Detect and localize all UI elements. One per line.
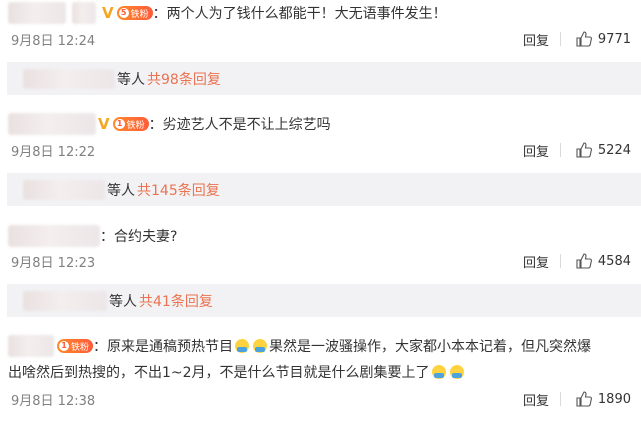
divider xyxy=(560,143,561,157)
like-button[interactable]: 1890 xyxy=(576,391,631,407)
subreply-bar[interactable]: 等人 共145条回复 xyxy=(7,173,641,206)
comment-2-meta: 9月8日 12:22 回复 5224 xyxy=(11,140,641,160)
reply-button[interactable]: 回复 xyxy=(523,30,549,49)
facepalm-emoji-icon xyxy=(449,365,464,379)
like-count: 5224 xyxy=(597,142,631,158)
facepalm-emoji-icon xyxy=(431,365,446,379)
like-count: 9771 xyxy=(597,31,631,47)
like-count: 4584 xyxy=(597,253,631,269)
verified-v-icon: V xyxy=(102,4,114,22)
reply-button[interactable]: 回复 xyxy=(523,252,549,271)
divider xyxy=(560,32,561,46)
subreply-count-link[interactable]: 共98条回复 xyxy=(147,69,221,89)
blurred-avatar-badge xyxy=(72,2,96,24)
comment-text: ：劣迹艺人不是不让上综艺吗 xyxy=(148,117,331,133)
subreply-who: 等人 xyxy=(107,182,135,199)
subreply-bar[interactable]: 等人 共41条回复 xyxy=(7,284,641,317)
comment-text: ：合约夫妻? xyxy=(100,229,178,245)
comment-text-part-1: ：原来是通稿预热节目 xyxy=(93,339,234,355)
thumbs-up-icon xyxy=(576,391,592,407)
like-button[interactable]: 4584 xyxy=(576,253,631,269)
like-count: 1890 xyxy=(597,391,631,407)
thumbs-up-icon xyxy=(576,31,592,47)
blurred-usernames xyxy=(23,290,107,311)
divider xyxy=(560,392,561,406)
fan-badge: 5 铁粉 xyxy=(116,6,153,20)
subreply-who: 等人 xyxy=(109,293,137,310)
comment-1-meta: 9月8日 12:24 回复 9771 xyxy=(11,29,641,49)
comment-4-meta: 9月8日 12:38 回复 1890 xyxy=(11,389,641,409)
like-button[interactable]: 5224 xyxy=(576,142,631,158)
divider xyxy=(560,254,561,268)
thumbs-up-icon xyxy=(576,142,592,158)
blurred-username[interactable] xyxy=(8,335,54,357)
subreply-count-link[interactable]: 共41条回复 xyxy=(139,291,213,311)
comment-text-part-3: 出啥然后到热搜的，不出1~2月，不是什么节目就是什么剧集要上了 xyxy=(8,365,430,381)
subreply-bar[interactable]: 等人 共98条回复 xyxy=(7,62,641,95)
verified-v-icon: V xyxy=(98,115,110,133)
reply-button[interactable]: 回复 xyxy=(523,141,549,160)
blurred-username[interactable] xyxy=(8,225,100,247)
comment-2-header: V 1 铁粉 ：劣迹艺人不是不让上综艺吗 xyxy=(8,111,331,137)
subreply-who: 等人 xyxy=(117,71,145,88)
facepalm-emoji-icon xyxy=(235,339,250,353)
thumbs-up-icon xyxy=(576,253,592,269)
comment-3-meta: 9月8日 12:23 回复 4584 xyxy=(11,251,641,271)
blurred-usernames xyxy=(23,68,115,89)
blurred-username[interactable] xyxy=(8,113,96,135)
comment-1-header: V 5 铁粉 ：两个人为了钱什么都能干！大无语事件发生！ xyxy=(8,0,447,26)
reply-button[interactable]: 回复 xyxy=(523,390,549,409)
blurred-username[interactable] xyxy=(8,2,66,24)
comment-text: ：两个人为了钱什么都能干！大无语事件发生！ xyxy=(152,6,447,22)
subreply-count-link[interactable]: 共145条回复 xyxy=(137,180,220,200)
blurred-usernames xyxy=(23,179,105,200)
comment-4-line-2: 出啥然后到热搜的，不出1~2月，不是什么节目就是什么剧集要上了 xyxy=(8,359,466,385)
comment-text-part-2: 果然是一波骚操作，大家都小本本记着，但凡突然爆 xyxy=(269,339,592,355)
like-button[interactable]: 9771 xyxy=(576,31,631,47)
comment-3-header: ：合约夫妻? xyxy=(8,223,177,249)
facepalm-emoji-icon xyxy=(253,339,268,353)
fan-badge: 1 铁粉 xyxy=(112,117,149,131)
comment-4-header: 1 铁粉 ：原来是通稿预热节目 果然是一波骚操作，大家都小本本记着，但凡突然爆 xyxy=(8,333,591,359)
fan-badge: 1 铁粉 xyxy=(57,339,94,353)
